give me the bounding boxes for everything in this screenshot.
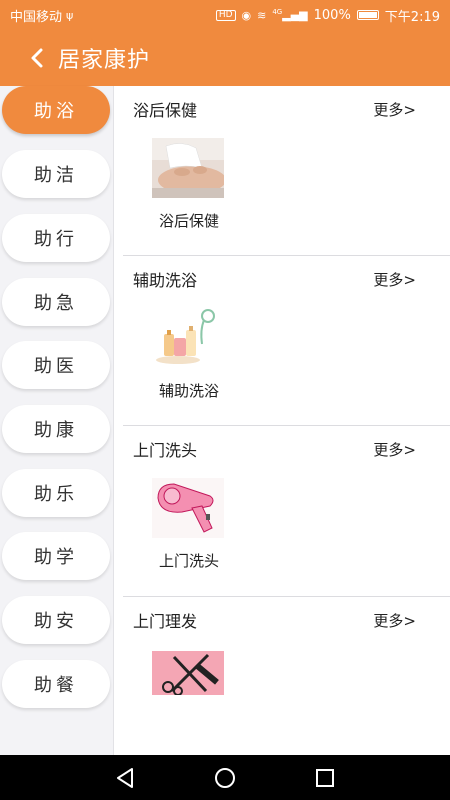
usb-icon: ψ (66, 8, 74, 22)
section-title: 上门洗头 (133, 441, 198, 460)
sidebar-item-zhuan[interactable]: 助安 (2, 596, 110, 644)
carrier-text: 中国移动 (10, 9, 63, 25)
home-circle-icon[interactable] (212, 765, 238, 791)
title-bar: 居家康护 (0, 30, 450, 86)
back-button[interactable] (26, 47, 48, 69)
back-triangle-icon[interactable] (112, 765, 138, 791)
hair-dryer-image (152, 478, 224, 538)
service-section: 上门理发 更多> (115, 597, 450, 755)
category-sidebar: 助浴 助洁 助行 助急 助医 助康 助乐 助学 助安 助餐 (0, 86, 114, 755)
massage-photo (152, 138, 226, 198)
more-link[interactable]: 更多> (373, 439, 416, 460)
page-title: 居家康护 (58, 48, 151, 73)
section-header: 辅助洗浴 更多> (133, 268, 416, 291)
recents-square-icon[interactable] (312, 765, 338, 791)
status-time: 下午2:19 (384, 9, 440, 25)
battery-icon (356, 10, 379, 20)
more-link[interactable]: 更多> (373, 269, 416, 290)
item-label: 浴后保健 (158, 212, 219, 230)
chevron-left-icon (31, 48, 43, 68)
more-link[interactable]: 更多> (373, 610, 416, 631)
sidebar-item-zhukang[interactable]: 助康 (2, 405, 110, 453)
more-link[interactable]: 更多> (373, 99, 416, 120)
battery-percent: 100% (313, 7, 351, 23)
sidebar-item-zhuji[interactable]: 助急 (2, 278, 110, 326)
section-header: 上门理发 更多> (133, 609, 416, 632)
section-header: 上门洗头 更多> (133, 438, 416, 461)
section-title: 辅助洗浴 (133, 271, 198, 290)
service-item[interactable]: 辅助洗浴 (147, 308, 231, 401)
sidebar-item-zhuyu[interactable]: 助浴 (2, 86, 110, 134)
service-content: 浴后保健 更多> 浴后保健 辅助洗浴 更多> 辅助洗浴 上门洗头 更多> 上门洗… (115, 86, 450, 755)
section-title: 上门理发 (133, 612, 198, 631)
item-label: 上门洗头 (158, 552, 219, 570)
sidebar-item-zhule[interactable]: 助乐 (2, 469, 110, 517)
service-item[interactable]: 上门洗头 (147, 478, 231, 571)
sidebar-item-zhujie[interactable]: 助洁 (2, 150, 110, 198)
signal-icon: 4G▂▄▆ (272, 8, 308, 22)
service-section: 上门洗头 更多> 上门洗头 (115, 426, 450, 597)
section-header: 浴后保健 更多> (133, 98, 416, 121)
service-section: 辅助洗浴 更多> 辅助洗浴 (115, 256, 450, 426)
service-item[interactable]: 浴后保健 (147, 138, 231, 231)
sidebar-item-zhuxing[interactable]: 助行 (2, 214, 110, 262)
service-item[interactable] (147, 651, 231, 707)
hd-badge: HD (215, 9, 236, 21)
sidebar-item-zhuyi[interactable]: 助医 (2, 341, 110, 389)
sidebar-item-zhuxue[interactable]: 助学 (2, 532, 110, 580)
signal-label: 4G (272, 8, 283, 17)
scissors-comb-image (152, 651, 224, 696)
sidebar-item-zhucan[interactable]: 助餐 (2, 660, 110, 708)
eye-icon: ◉ (241, 8, 252, 22)
service-section: 浴后保健 更多> 浴后保健 (115, 86, 450, 256)
item-label: 辅助洗浴 (158, 382, 219, 400)
system-nav-bar (0, 755, 450, 800)
bath-products-image (152, 308, 224, 368)
status-bar: 中国移动 ψ HD ◉ ≋ 4G▂▄▆ 100% 下午2:19 (0, 0, 450, 30)
wifi-icon: ≋ (257, 8, 267, 22)
section-title: 浴后保健 (133, 101, 198, 120)
